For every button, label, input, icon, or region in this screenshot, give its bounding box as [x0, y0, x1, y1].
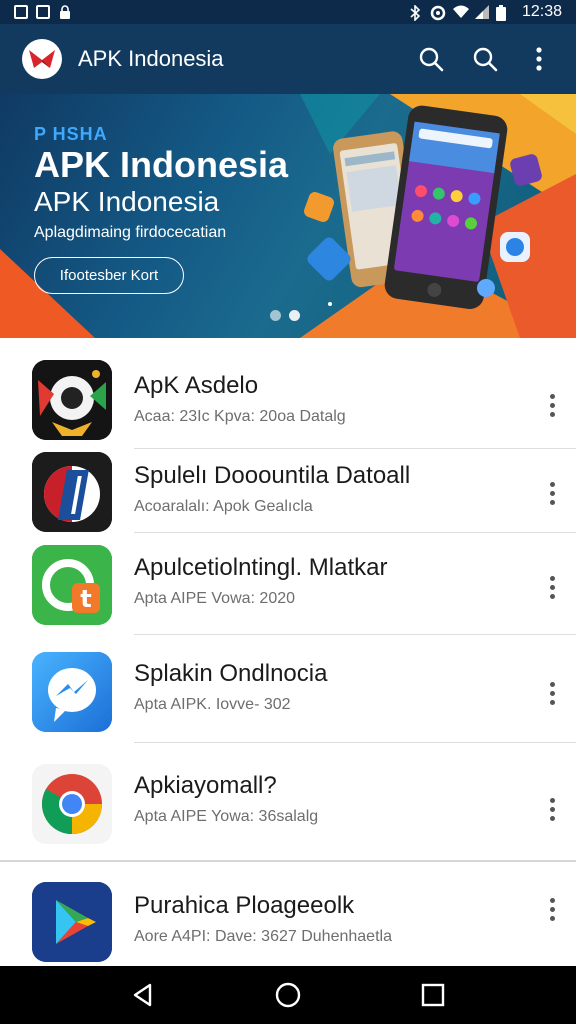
app-logo-icon — [22, 39, 62, 79]
bluetooth-icon — [408, 4, 422, 22]
item-menu-button[interactable] — [540, 478, 564, 508]
status-bar: 12:38 — [0, 0, 576, 24]
app-meta: Apta AIPE Vowa: 2020 — [134, 590, 296, 607]
data-saver-icon — [430, 5, 446, 21]
item-menu-button[interactable] — [540, 794, 564, 824]
list-item[interactable]: Purahica Ploageeolk Aore A4PI: Dave: 362… — [0, 862, 576, 966]
play-store-app-icon — [32, 882, 112, 962]
list-item[interactable]: Apkiayomall? Apta AIPE Yowa: 36salalg — [0, 742, 576, 860]
home-button[interactable] — [268, 975, 308, 1015]
abstract-face-app-icon — [32, 360, 112, 440]
item-menu-button[interactable] — [540, 894, 564, 924]
app-name: Apkiayomall? — [134, 772, 277, 799]
carousel-dot-active[interactable] — [289, 310, 300, 321]
app-name: Apulcetiolntingl. Mlatkar — [134, 554, 388, 581]
system-nav-bar — [0, 966, 576, 1024]
gallery-icon — [36, 5, 50, 19]
search-icon — [473, 47, 498, 72]
app-meta: Apta AIPE Yowa: 36salalg — [134, 808, 319, 825]
svg-text:t: t — [80, 585, 91, 613]
banner-title: APK Indonesia — [34, 144, 289, 185]
more-vert-icon — [536, 47, 542, 71]
app-meta: Aore A4PI: Dave: 3627 Duhenhaetla — [134, 928, 392, 945]
app-meta: Apta AIPK. Iovve- 302 — [134, 696, 291, 713]
back-icon — [133, 983, 151, 1007]
recents-button[interactable] — [413, 975, 453, 1015]
battery-icon — [495, 5, 510, 21]
app-list: ApK Asdelo Acaa: 23Ic Kpva: 20oa Datalg … — [0, 338, 576, 966]
item-menu-button[interactable] — [540, 678, 564, 708]
app-title: APK Indonesia — [78, 46, 224, 71]
search-button-secondary[interactable] — [470, 44, 500, 74]
lock-icon — [58, 5, 72, 19]
app-meta: Acaa: 23Ic Kpva: 20oa Datalg — [134, 408, 346, 425]
messenger-app-icon — [32, 652, 112, 732]
list-item[interactable]: ApK Asdelo Acaa: 23Ic Kpva: 20oa Datalg — [0, 352, 576, 448]
carousel-dot[interactable] — [270, 310, 281, 321]
overflow-menu-button[interactable] — [524, 44, 554, 74]
app-name: ApK Asdelo — [134, 372, 259, 399]
app-name: Splakin Ondlnocia — [134, 660, 328, 687]
list-item[interactable]: Spulelı Dooountila Datoall Acoaralalı: A… — [0, 448, 576, 532]
banner-kicker: P HSHA — [34, 124, 108, 144]
app-meta: Acoaralalı: Apok Gealıcla — [134, 498, 313, 515]
back-button[interactable] — [123, 975, 163, 1015]
carousel-indicator — [270, 310, 300, 321]
home-icon — [275, 982, 301, 1008]
blue-bar-app-icon — [32, 452, 112, 532]
app-name: Spulelı Dooountila Datoall — [134, 462, 411, 489]
item-menu-button[interactable] — [540, 390, 564, 420]
search-icon — [419, 47, 444, 72]
list-item[interactable]: t Apulcetiolntingl. Mlatkar Apta AIPE Vo… — [0, 532, 576, 634]
green-chat-app-icon: t — [32, 545, 112, 625]
recents-icon — [422, 983, 445, 1007]
chrome-app-icon — [32, 764, 112, 844]
wifi-icon — [452, 5, 469, 19]
notification-icon — [14, 5, 28, 19]
clock: 12:38 — [521, 3, 562, 20]
promo-banner[interactable]: P HSHA APK Indonesia APK Indonesia Aplag… — [0, 94, 576, 338]
banner-cta-button[interactable]: Ifootesber Kort — [34, 257, 184, 294]
list-item[interactable]: Splakin Ondlnocia Apta AIPK. Iovve- 302 — [0, 634, 576, 742]
item-menu-button[interactable] — [540, 572, 564, 602]
app-bar: APK Indonesia — [0, 24, 576, 94]
signal-icon — [474, 5, 489, 19]
search-button[interactable] — [416, 44, 446, 74]
banner-subtitle: APK Indonesia — [34, 186, 220, 217]
app-name: Purahica Ploageeolk — [134, 892, 355, 919]
banner-description: Aplagdimaing firdocecatian — [34, 224, 227, 241]
